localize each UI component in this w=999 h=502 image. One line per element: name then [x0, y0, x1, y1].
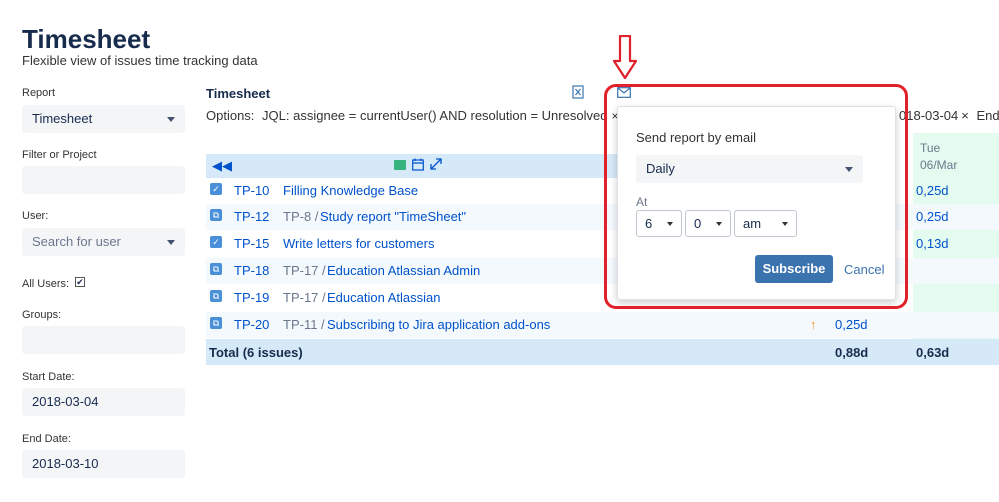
- calendar-green-icon[interactable]: [394, 160, 406, 170]
- filter-input[interactable]: [22, 166, 185, 194]
- user-search-placeholder: Search for user: [32, 234, 121, 249]
- total-col1: 0,88d: [835, 345, 869, 360]
- report-title: Timesheet: [206, 86, 271, 101]
- issue-key[interactable]: TP-20: [234, 317, 269, 332]
- issue-summary[interactable]: Subscribing to Jira application add-ons: [327, 317, 550, 332]
- priority-up-icon: ↑: [810, 317, 817, 332]
- issue-summary[interactable]: Write letters for customers: [283, 236, 434, 251]
- issue-summary[interactable]: Education Atlassian: [327, 290, 440, 305]
- groups-input[interactable]: [22, 326, 185, 354]
- total-row: Total (6 issues) 0,88d 0,63d: [206, 339, 999, 365]
- tue-value: 0,13d: [916, 236, 949, 251]
- subtask-icon: ⧉: [210, 290, 222, 302]
- remove-option-icon[interactable]: ×: [961, 108, 969, 123]
- chevron-down-icon: [167, 117, 175, 122]
- report-label: Report: [22, 87, 56, 99]
- subtask-icon: ⧉: [210, 263, 222, 275]
- options-prefix: Options:: [206, 108, 255, 123]
- start-date-input[interactable]: 2018-03-04: [22, 388, 185, 416]
- parent-key[interactable]: TP-17 /: [283, 263, 326, 278]
- task-check-icon: ✓: [210, 236, 222, 248]
- issue-summary[interactable]: Filling Knowledge Base: [283, 183, 418, 198]
- issue-summary[interactable]: Study report "TimeSheet": [320, 209, 466, 224]
- total-col2: 0,63d: [916, 345, 950, 360]
- user-search-input[interactable]: Search for user: [22, 228, 185, 256]
- page-title: Timesheet: [22, 24, 151, 54]
- excel-export-icon[interactable]: [572, 85, 584, 102]
- task-check-icon: ✓: [210, 183, 222, 195]
- tue-value: 0,25d: [916, 183, 949, 198]
- highlight-annotation: [604, 84, 908, 309]
- end-date-label: End Date:: [22, 433, 71, 445]
- page-subtitle: Flexible view of issues time tracking da…: [22, 53, 258, 68]
- sun-value: 0,25d: [835, 317, 868, 332]
- report-select[interactable]: Timesheet: [22, 105, 185, 133]
- option-date-chip: 018-03-04 × End: [899, 108, 999, 123]
- table-row[interactable]: ⧉ TP-20 TP-11 / Subscribing to Jira appl…: [206, 312, 999, 338]
- calendar-icon[interactable]: [412, 158, 424, 174]
- start-date-label: Start Date:: [22, 371, 75, 383]
- tue-header-date: 06/Mar: [920, 158, 958, 172]
- option-end-fragment: End: [976, 108, 999, 123]
- parent-key[interactable]: TP-11 /: [283, 317, 325, 332]
- parent-key[interactable]: TP-17 /: [283, 290, 326, 305]
- parent-key[interactable]: TP-8 /: [283, 209, 318, 224]
- report-select-value: Timesheet: [32, 111, 93, 126]
- user-label: User:: [22, 210, 49, 222]
- filter-label: Filter or Project: [22, 149, 97, 161]
- collapse-left-icon[interactable]: ◀◀: [212, 158, 232, 174]
- groups-label: Groups:: [22, 309, 62, 321]
- issue-key[interactable]: TP-18: [234, 263, 269, 278]
- total-label: Total (6 issues): [209, 345, 303, 360]
- subtask-icon: ⧉: [210, 209, 222, 221]
- end-date-input[interactable]: 2018-03-10: [22, 450, 185, 478]
- subtask-icon: ⧉: [210, 317, 222, 329]
- issue-key[interactable]: TP-19: [234, 290, 269, 305]
- down-arrow-annotation: [613, 35, 637, 80]
- issue-key[interactable]: TP-15: [234, 236, 269, 251]
- tue-header-day: Tue: [920, 141, 941, 155]
- issue-key[interactable]: TP-10: [234, 183, 269, 198]
- all-users-checkbox[interactable]: ✔: [75, 277, 85, 287]
- option-jql: JQL: assignee = currentUser() AND resolu…: [262, 108, 608, 123]
- issue-summary[interactable]: Education Atlassian Admin: [327, 263, 480, 278]
- all-users-label: All Users:: [22, 278, 70, 290]
- expand-icon[interactable]: [430, 158, 442, 173]
- issue-key[interactable]: TP-12: [234, 209, 269, 224]
- chevron-down-icon: [167, 240, 175, 245]
- tue-value: 0,25d: [916, 209, 949, 224]
